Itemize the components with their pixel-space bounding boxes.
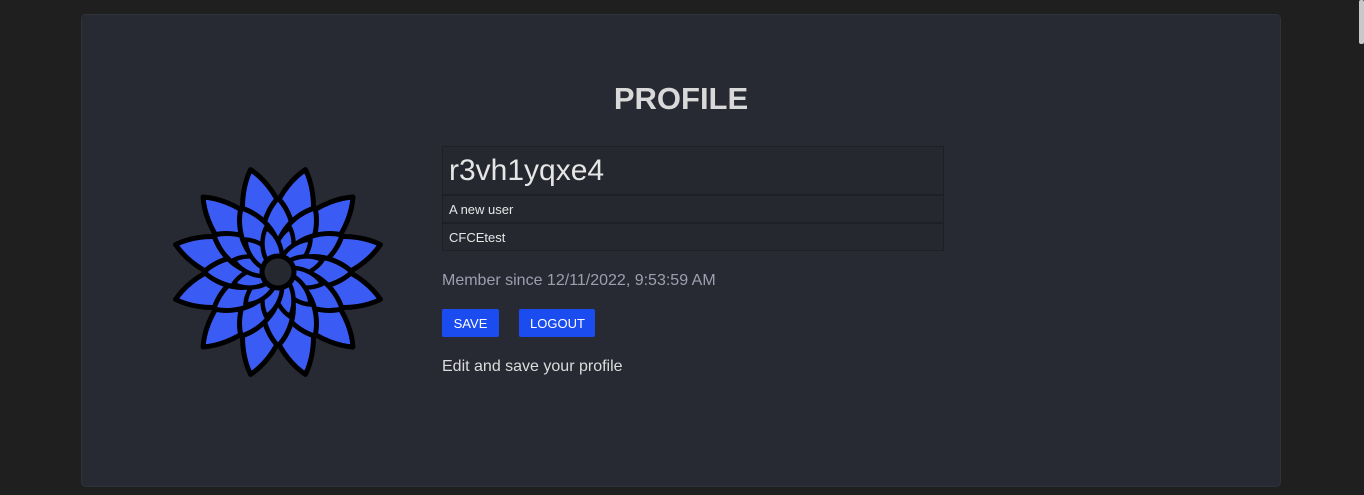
profile-form	[442, 146, 944, 251]
scrollbar-thumb[interactable]	[1359, 0, 1364, 44]
bio-input[interactable]	[442, 195, 944, 223]
avatar	[167, 161, 389, 383]
page-title: PROFILE	[613, 81, 749, 116]
profile-card: PROFILE Member since 12/11/2022, 9:53:59…	[81, 14, 1281, 487]
hint-text: Edit and save your profile	[442, 358, 623, 375]
save-button[interactable]: SAVE	[442, 309, 499, 337]
organization-input[interactable]	[442, 223, 944, 251]
member-since-text: Member since 12/11/2022, 9:53:59 AM	[442, 272, 716, 289]
username-input[interactable]	[442, 146, 944, 195]
logout-button[interactable]: LOGOUT	[519, 309, 595, 337]
flower-mandala-icon	[173, 167, 383, 377]
avatar-center	[259, 253, 297, 291]
